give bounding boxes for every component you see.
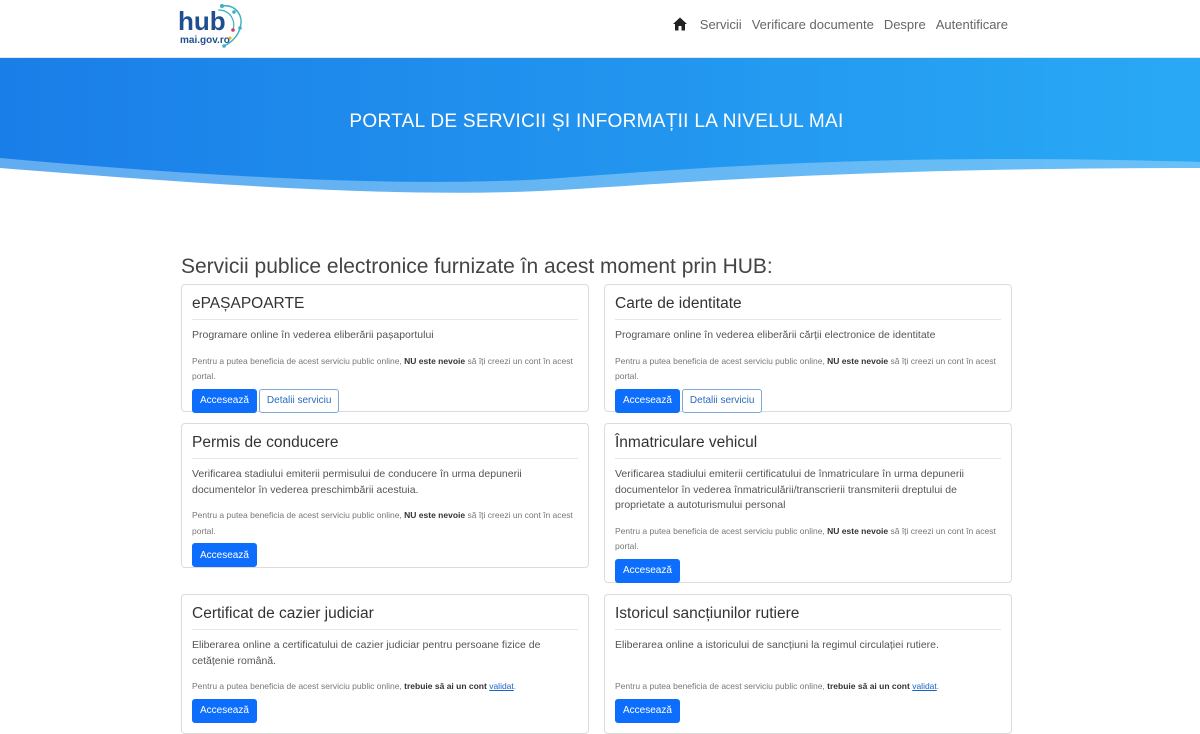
service-card-carte-identitate: Carte de identitate Programare online în…	[604, 284, 1012, 413]
card-description: Programare online în vederea eliberării …	[615, 329, 936, 341]
card-description: Eliberarea online a certificatului de ca…	[192, 639, 541, 667]
hero-banner: PORTAL DE SERVICII ȘI INFORMAȚII LA NIVE…	[0, 58, 1200, 198]
service-card-istoric-sanctiuni: Istoricul sancțiunilor rutiere Eliberare…	[604, 594, 1012, 734]
card-title: Permis de conducere	[192, 434, 578, 459]
access-button[interactable]: Accesează	[615, 558, 680, 583]
validated-account-link[interactable]: validat	[489, 681, 514, 691]
card-description: Programare online în vederea eliberării …	[192, 329, 434, 341]
svg-text:mai.gov.ro: mai.gov.ro	[180, 35, 230, 46]
card-description: Verificarea stadiului emiterii certifica…	[615, 468, 964, 511]
service-card-epasapoarte: ePAȘAPOARTE Programare online în vederea…	[181, 284, 589, 413]
access-button[interactable]: Accesează	[615, 388, 680, 413]
validated-account-link[interactable]: validat	[912, 681, 937, 691]
service-card-cazier-judiciar: Certificat de cazier judiciar Eliberarea…	[181, 594, 589, 734]
hero-title: PORTAL DE SERVICII ȘI INFORMAȚII LA NIVE…	[349, 111, 844, 132]
card-description: Eliberarea online a istoricului de sancț…	[615, 639, 939, 651]
card-note: Pentru a putea beneficia de acest servic…	[192, 681, 517, 691]
hub-logo-icon: hub mai.gov.ro	[178, 4, 242, 48]
card-description: Verificarea stadiului emiterii permisulu…	[192, 468, 522, 496]
card-title: Carte de identitate	[615, 295, 1001, 320]
main-nav: Servicii Verificare documente Despre Aut…	[672, 16, 1008, 32]
details-button[interactable]: Detalii serviciu	[258, 388, 340, 413]
service-card-permis-conducere: Permis de conducere Verificarea stadiulu…	[181, 423, 589, 568]
services-section-title: Servicii publice electronice furnizate î…	[181, 255, 773, 278]
nav-autentificare[interactable]: Autentificare	[936, 17, 1008, 32]
card-title: ePAȘAPOARTE	[192, 295, 578, 320]
access-button[interactable]: Accesează	[192, 388, 257, 413]
service-card-inmatriculare-vehicul: Înmatriculare vehicul Verificarea stadiu…	[604, 423, 1012, 583]
card-note: Pentru a putea beneficia de acest servic…	[192, 510, 573, 536]
nav-despre[interactable]: Despre	[884, 17, 926, 32]
card-note: Pentru a putea beneficia de acest servic…	[615, 525, 996, 552]
card-note: Pentru a putea beneficia de acest servic…	[192, 355, 573, 382]
card-title: Certificat de cazier judiciar	[192, 605, 578, 630]
top-navbar: hub mai.gov.ro Servicii Verificare docum…	[0, 0, 1200, 58]
card-note: Pentru a putea beneficia de acest servic…	[615, 355, 996, 382]
access-button[interactable]: Accesează	[192, 698, 257, 723]
access-button[interactable]: Accesează	[192, 543, 257, 567]
card-title: Înmatriculare vehicul	[615, 434, 1001, 459]
card-title: Istoricul sancțiunilor rutiere	[615, 605, 1001, 630]
home-icon[interactable]	[672, 16, 688, 32]
hub-logo[interactable]: hub mai.gov.ro	[178, 2, 248, 54]
nav-servicii[interactable]: Servicii	[700, 17, 742, 32]
details-button[interactable]: Detalii serviciu	[681, 388, 763, 413]
access-button[interactable]: Accesează	[615, 698, 680, 723]
nav-verificare-documente[interactable]: Verificare documente	[752, 17, 874, 32]
card-note: Pentru a putea beneficia de acest servic…	[615, 681, 940, 691]
